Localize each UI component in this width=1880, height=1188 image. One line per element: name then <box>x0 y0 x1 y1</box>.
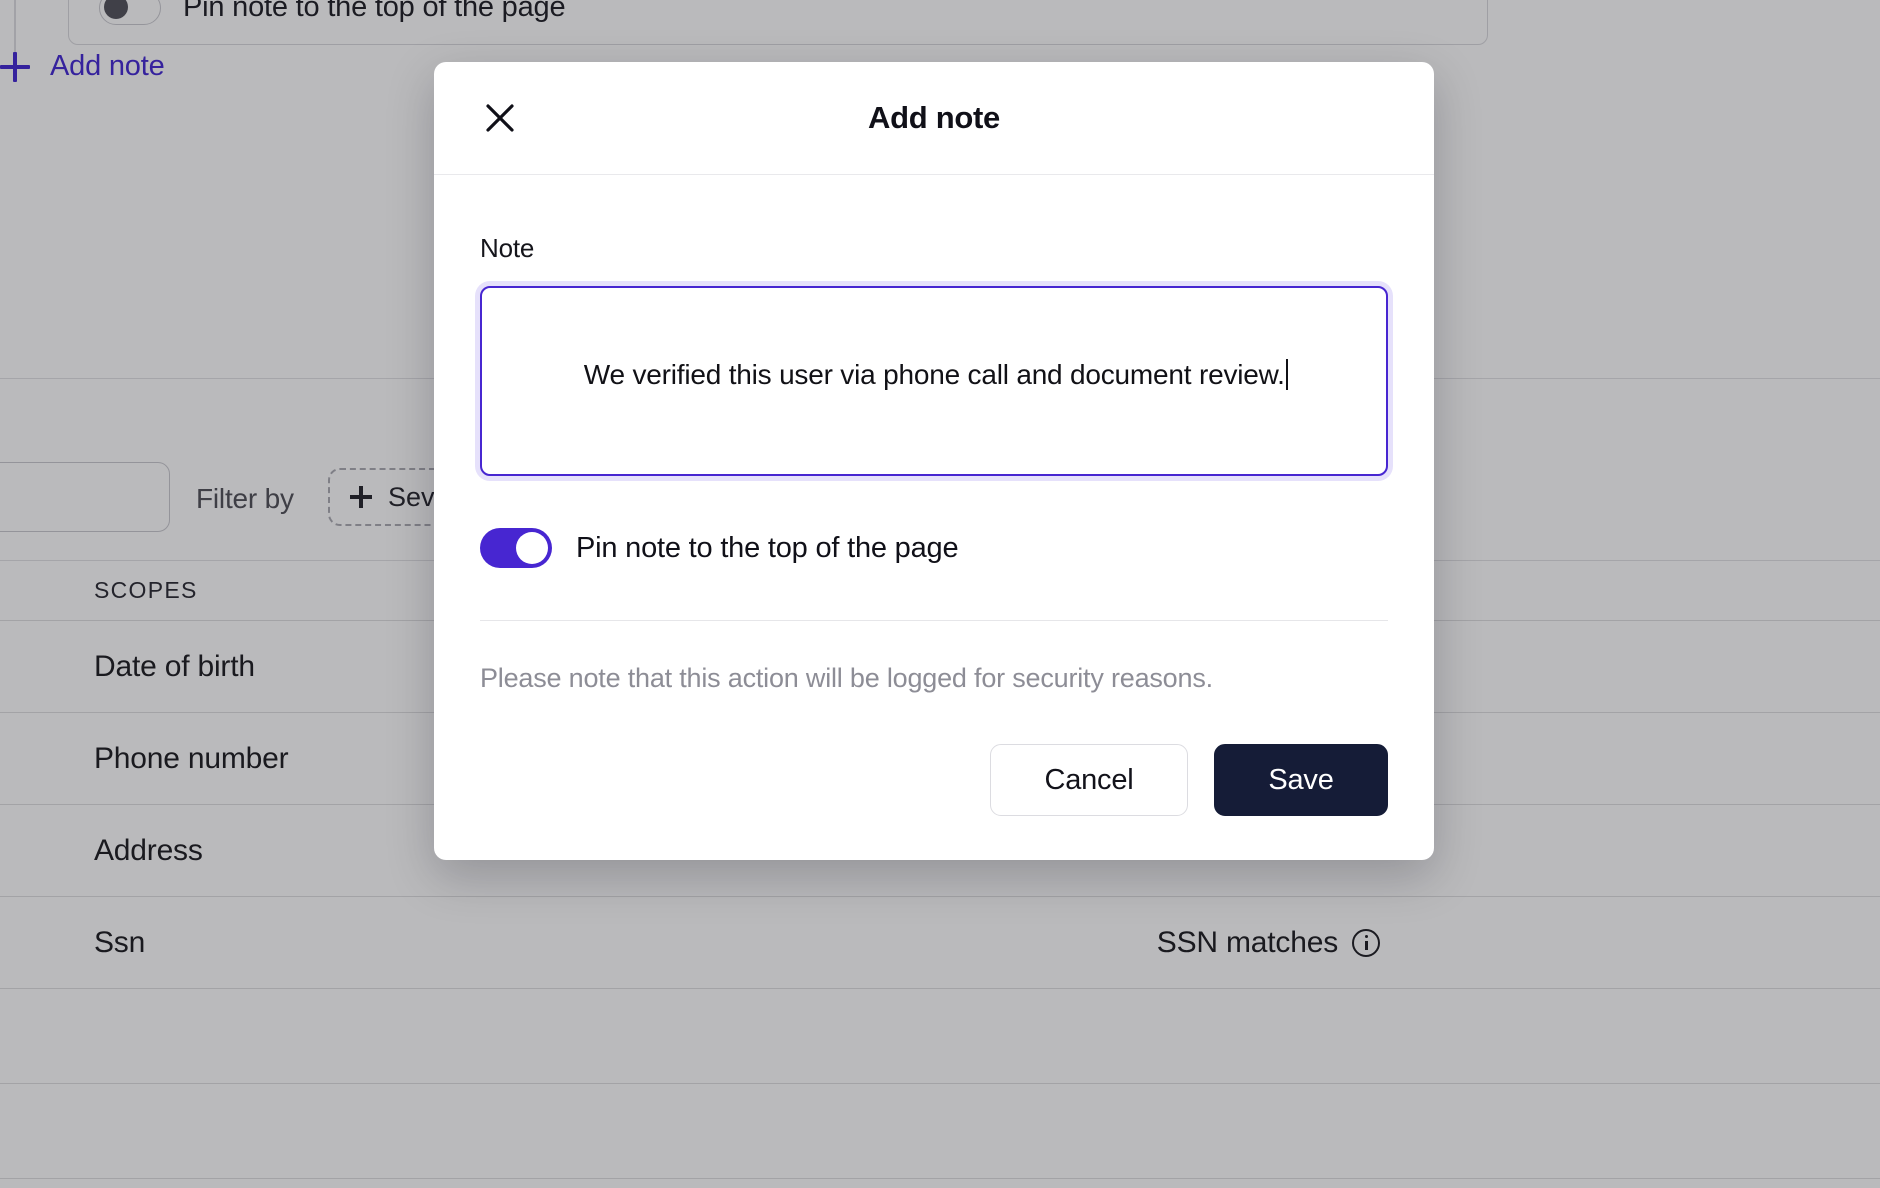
cancel-button[interactable]: Cancel <box>990 744 1188 816</box>
logged-notice: Please note that this action will be log… <box>480 663 1213 693</box>
close-icon[interactable] <box>480 98 520 138</box>
note-textarea-value: We verified this user via phone call and… <box>583 359 1285 391</box>
note-field-label: Note <box>480 233 535 263</box>
add-note-modal: Add note Note We verified this user via … <box>434 62 1434 860</box>
pin-note-row: Pin note to the top of the page <box>480 528 1388 568</box>
pin-note-toggle[interactable] <box>480 528 552 568</box>
pin-note-label: Pin note to the top of the page <box>576 531 959 564</box>
modal-divider <box>480 620 1388 621</box>
text-caret <box>1285 359 1288 391</box>
save-button[interactable]: Save <box>1214 744 1388 816</box>
modal-title: Add note <box>868 100 1000 135</box>
modal-header: Add note <box>434 62 1434 175</box>
note-textarea-content-wrap: We verified this user via phone call and… <box>482 288 1386 462</box>
modal-footer: Cancel Save <box>434 694 1434 860</box>
note-textarea[interactable]: We verified this user via phone call and… <box>480 286 1388 476</box>
screen-root: Pin note to the top of the page Add note… <box>0 0 1880 1188</box>
modal-body: Note We verified this user via phone cal… <box>434 175 1434 694</box>
